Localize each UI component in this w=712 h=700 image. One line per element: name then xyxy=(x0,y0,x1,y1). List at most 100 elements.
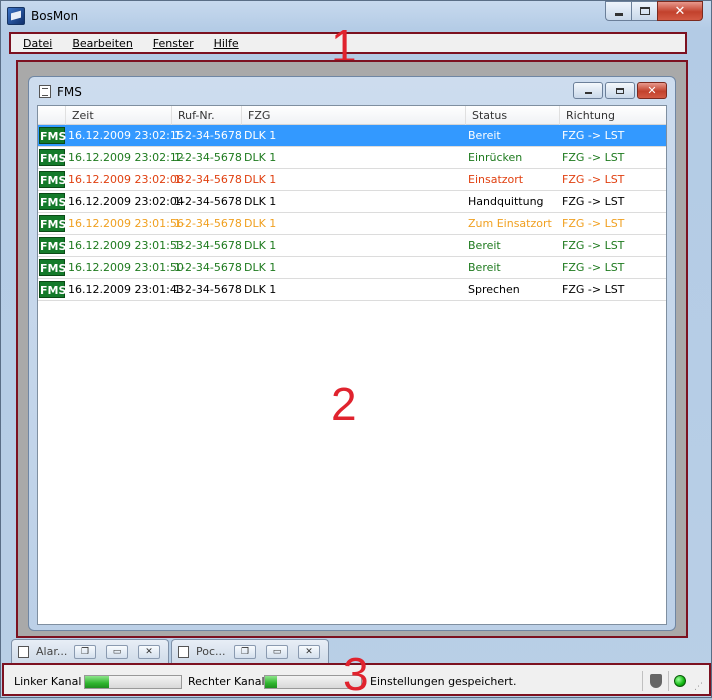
status-separator xyxy=(668,671,669,691)
tab-label: Poc... xyxy=(196,645,226,658)
cell-zeit: 16.12.2009 23:02:08 xyxy=(68,173,184,186)
maximize-icon xyxy=(616,87,624,94)
fms-badge-icon: FMS xyxy=(39,281,66,298)
bosmon-app-icon[interactable] xyxy=(7,7,25,25)
cell-ruf: 1-2-34-5678 xyxy=(174,151,242,164)
cell-fzg: DLK 1 xyxy=(244,173,277,186)
tab-alarm[interactable]: Alar... ❐ ▭ ✕ xyxy=(11,639,169,663)
tab-close-button[interactable]: ✕ xyxy=(138,645,160,659)
table-row[interactable]: FMS 16.12.2009 23:01:56 1-2-34-5678 DLK 1 Zu… xyxy=(38,213,666,235)
tab-pocsag[interactable]: Poc... ❐ ▭ ✕ xyxy=(171,639,329,663)
led-icon xyxy=(674,675,686,687)
tab-restore-button[interactable]: ❐ xyxy=(234,645,256,659)
tab-close-button[interactable]: ✕ xyxy=(298,645,320,659)
close-icon: ✕ xyxy=(674,3,686,19)
status-message: Einstellungen gespeichert. xyxy=(370,675,517,688)
cell-status: Bereit xyxy=(468,239,501,252)
menu-hilfe[interactable]: Hilfe xyxy=(214,37,239,50)
header-zeit[interactable]: Zeit xyxy=(66,106,172,125)
status-separator xyxy=(642,671,643,691)
cell-status: Handquittung xyxy=(468,195,544,208)
shield-icon[interactable] xyxy=(650,674,662,688)
cell-richtung: FZG -> LST xyxy=(562,173,625,186)
minimize-icon xyxy=(614,12,623,16)
cell-status: Zum Einsatzort xyxy=(468,217,552,230)
cell-ruf: 1-2-34-5678 xyxy=(174,217,242,230)
cell-zeit: 16.12.2009 23:02:15 xyxy=(68,129,184,142)
child-minimize-button[interactable] xyxy=(573,82,603,99)
document-icon xyxy=(178,646,189,658)
cell-fzg: DLK 1 xyxy=(244,151,277,164)
child-window-title: FMS xyxy=(57,85,82,99)
window-title: BosMon xyxy=(31,9,79,23)
cell-status: Sprechen xyxy=(468,283,520,296)
cell-zeit: 16.12.2009 23:02:12 xyxy=(68,151,184,164)
cell-fzg: DLK 1 xyxy=(244,217,277,230)
table-row[interactable]: FMS 16.12.2009 23:02:12 1-2-34-5678 DLK 1 Ei… xyxy=(38,147,666,169)
tab-maximize-button[interactable]: ▭ xyxy=(106,645,128,659)
cell-zeit: 16.12.2009 23:01:43 xyxy=(68,283,184,296)
menu-fenster[interactable]: Fenster xyxy=(153,37,194,50)
cell-ruf: 1-2-34-5678 xyxy=(174,129,242,142)
table-row[interactable]: FMS 16.12.2009 23:02:08 1-2-34-5678 DLK 1 Ei… xyxy=(38,169,666,191)
header-badge-column[interactable] xyxy=(38,106,66,125)
fms-badge-icon: FMS xyxy=(39,193,66,210)
header-status[interactable]: Status xyxy=(466,106,560,125)
fms-badge-icon: FMS xyxy=(39,259,66,276)
table-row[interactable]: FMS 16.12.2009 23:02:15 1-2-34-5678 DLK 1 Be… xyxy=(38,125,666,147)
cell-ruf: 1-2-34-5678 xyxy=(174,261,242,274)
resize-grip-icon[interactable]: ⋰ xyxy=(694,681,706,693)
fms-badge-icon: FMS xyxy=(39,237,66,254)
header-richtung[interactable]: Richtung xyxy=(560,106,666,125)
fms-badge-icon: FMS xyxy=(39,171,66,188)
header-ruf-nr[interactable]: Ruf-Nr. xyxy=(172,106,242,125)
header-fzg[interactable]: FZG xyxy=(242,106,466,125)
fms-list[interactable]: Zeit Ruf-Nr. FZG Status Richtung FMS 16.1… xyxy=(37,105,667,625)
cell-fzg: DLK 1 xyxy=(244,283,277,296)
minimize-button[interactable] xyxy=(605,1,631,21)
maximize-icon xyxy=(639,7,650,15)
child-caption-buttons: ✕ xyxy=(573,82,667,99)
table-row[interactable]: FMS 16.12.2009 23:01:53 1-2-34-5678 DLK 1 Be… xyxy=(38,235,666,257)
cell-fzg: DLK 1 xyxy=(244,261,277,274)
annotation-number-3: 3 xyxy=(343,648,369,700)
main-window: BosMon ✕ Datei Bearbeiten Fenster Hilfe … xyxy=(0,0,712,698)
cell-richtung: FZG -> LST xyxy=(562,151,625,164)
cell-ruf: 1-2-34-5678 xyxy=(174,173,242,186)
minimize-icon xyxy=(584,91,592,94)
menu-datei[interactable]: Datei xyxy=(23,37,52,50)
cell-zeit: 16.12.2009 23:01:53 xyxy=(68,239,184,252)
left-channel-level xyxy=(85,676,109,688)
cell-status: Bereit xyxy=(468,129,501,142)
annotation-number-2: 2 xyxy=(331,378,357,430)
list-rows: FMS 16.12.2009 23:02:15 1-2-34-5678 DLK 1 Be… xyxy=(38,125,666,301)
close-button[interactable]: ✕ xyxy=(657,1,703,21)
mdi-workspace: FMS ✕ Zeit Ruf-Nr. FZG Status Richtung F… xyxy=(16,60,688,638)
list-header: Zeit Ruf-Nr. FZG Status Richtung xyxy=(38,106,666,125)
fms-child-window: FMS ✕ Zeit Ruf-Nr. FZG Status Richtung F… xyxy=(28,76,676,631)
right-channel-label: Rechter Kanal xyxy=(188,675,265,688)
maximize-button[interactable] xyxy=(631,1,657,21)
cell-fzg: DLK 1 xyxy=(244,239,277,252)
cell-richtung: FZG -> LST xyxy=(562,261,625,274)
menu-bearbeiten[interactable]: Bearbeiten xyxy=(72,37,132,50)
child-maximize-button[interactable] xyxy=(605,82,635,99)
fms-badge-icon: FMS xyxy=(39,215,66,232)
left-channel-meter xyxy=(84,675,182,689)
cell-ruf: 1-2-34-5678 xyxy=(174,195,242,208)
fms-badge-icon: FMS xyxy=(39,149,66,166)
cell-ruf: 1-2-34-5678 xyxy=(174,239,242,252)
cell-fzg: DLK 1 xyxy=(244,129,277,142)
tab-maximize-button[interactable]: ▭ xyxy=(266,645,288,659)
cell-richtung: FZG -> LST xyxy=(562,217,625,230)
cell-zeit: 16.12.2009 23:01:50 xyxy=(68,261,184,274)
cell-richtung: FZG -> LST xyxy=(562,195,625,208)
table-row[interactable]: FMS 16.12.2009 23:01:50 1-2-34-5678 DLK 1 Be… xyxy=(38,257,666,279)
cell-zeit: 16.12.2009 23:02:04 xyxy=(68,195,184,208)
table-row[interactable]: FMS 16.12.2009 23:02:04 1-2-34-5678 DLK 1 Ha… xyxy=(38,191,666,213)
child-close-button[interactable]: ✕ xyxy=(637,82,667,99)
tab-restore-button[interactable]: ❐ xyxy=(74,645,96,659)
cell-zeit: 16.12.2009 23:01:56 xyxy=(68,217,184,230)
cell-status: Einrücken xyxy=(468,151,523,164)
table-row[interactable]: FMS 16.12.2009 23:01:43 1-2-34-5678 DLK 1 Sp… xyxy=(38,279,666,301)
